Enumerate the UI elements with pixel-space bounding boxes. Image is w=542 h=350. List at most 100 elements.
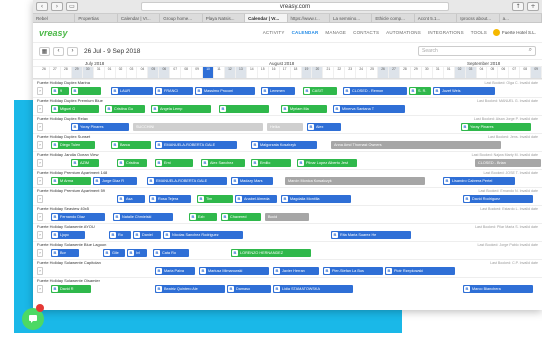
new-tab-icon[interactable]: + bbox=[527, 2, 539, 11]
booking-bar[interactable]: Bccid bbox=[265, 213, 309, 221]
booking-bar[interactable]: Ezb bbox=[189, 213, 217, 221]
booking-bar[interactable]: Miguel G bbox=[51, 105, 99, 113]
booking-bar[interactable]: Ro bbox=[109, 231, 131, 239]
row-expand-icon[interactable]: › bbox=[37, 159, 43, 167]
booking-bar[interactable]: Maria Paiva bbox=[155, 267, 195, 275]
booking-bar[interactable]: Pilnar Lopez Alberto Jest bbox=[297, 159, 357, 167]
booking-bar[interactable]: Tim bbox=[197, 195, 233, 203]
booking-bar[interactable]: Chavered bbox=[221, 213, 261, 221]
browser-tab[interactable]: Iprocss about... bbox=[457, 14, 500, 22]
booking-bar[interactable]: S. R. bbox=[409, 87, 431, 95]
share-icon[interactable]: ↑ bbox=[512, 2, 524, 11]
nav-item-manage[interactable]: MANAGE bbox=[325, 30, 346, 35]
booking-bar[interactable]: Bor bbox=[51, 249, 79, 257]
booking-bar[interactable]: Lidia STAMATOWSKA bbox=[273, 285, 353, 293]
booking-bar[interactable]: Javier Herran bbox=[273, 267, 319, 275]
booking-bar[interactable]: CASIT bbox=[303, 87, 337, 95]
browser-tab[interactable]: La semnino... bbox=[330, 14, 373, 22]
row-expand-icon[interactable]: › bbox=[37, 105, 43, 113]
booking-bar[interactable]: Mariusz Mimarowski bbox=[199, 267, 269, 275]
booking-bar[interactable]: Yoray Pinares bbox=[461, 123, 531, 131]
booking-bar[interactable]: Alex Sanchez bbox=[201, 159, 245, 167]
booking-bar[interactable]: Emilio bbox=[251, 159, 291, 167]
booking-bar[interactable]: CLOSED - Remon bbox=[343, 87, 407, 95]
booking-bar[interactable]: Gile bbox=[103, 249, 125, 257]
row-expand-icon[interactable]: › bbox=[37, 87, 43, 95]
booking-bar[interactable]: Angela Lemp bbox=[151, 105, 211, 113]
row-expand-icon[interactable]: › bbox=[37, 195, 43, 203]
row-expand-icon[interactable]: › bbox=[37, 249, 43, 257]
booking-bar[interactable]: Fernando Diaz bbox=[51, 213, 105, 221]
booking-bar[interactable]: LAUR bbox=[111, 87, 153, 95]
booking-bar[interactable]: Cristina Gu bbox=[105, 105, 145, 113]
user-menu[interactable]: Fuerte Hotel S.L. bbox=[492, 29, 536, 36]
back-icon[interactable]: ‹ bbox=[36, 2, 48, 11]
booking-bar[interactable]: Myriam Ma bbox=[281, 105, 327, 113]
booking-bar[interactable]: AZIM bbox=[71, 159, 99, 167]
booking-bar[interactable]: Anabel Almeda bbox=[235, 195, 277, 203]
booking-bar[interactable]: Helka bbox=[267, 123, 303, 131]
booking-bar[interactable]: Ivl bbox=[127, 249, 147, 257]
booking-bar[interactable]: David Rodriguez bbox=[463, 195, 533, 203]
sidebar-icon[interactable]: ▭ bbox=[66, 2, 78, 11]
booking-bar[interactable]: Pier-Stefan La Bus bbox=[323, 267, 383, 275]
booking-bar[interactable]: Piotr Rzepkowski bbox=[385, 267, 455, 275]
browser-tab[interactable]: Propertias bbox=[75, 14, 118, 22]
row-expand-icon[interactable]: › bbox=[37, 285, 43, 293]
row-expand-icon[interactable]: › bbox=[37, 123, 43, 131]
nav-item-contacts[interactable]: CONTACTS bbox=[353, 30, 379, 35]
browser-tab[interactable]: Accnt 5.1... bbox=[415, 14, 458, 22]
browser-tab[interactable]: Calendar | Vr... bbox=[245, 14, 288, 22]
booking-bar[interactable]: Alex bbox=[307, 123, 341, 131]
booking-bar[interactable]: Anna Amd Thornast Owners bbox=[331, 141, 501, 149]
row-expand-icon[interactable]: › bbox=[37, 141, 43, 149]
booking-bar[interactable]: Massimo Proconi bbox=[195, 87, 255, 95]
booking-bar[interactable]: Madzzy Mars bbox=[231, 177, 273, 185]
next-button[interactable]: › bbox=[67, 46, 78, 56]
booking-bar[interactable]: Lisandro Cabrera Pertel bbox=[443, 177, 515, 185]
booking-bar[interactable]: FRANCI bbox=[155, 87, 193, 95]
booking-bar[interactable]: Daniel bbox=[133, 231, 161, 239]
row-expand-icon[interactable]: › bbox=[37, 213, 43, 221]
browser-tab[interactable]: Ethicle comp... bbox=[372, 14, 415, 22]
forward-icon[interactable]: › bbox=[51, 2, 63, 11]
booking-bar[interactable]: Marcin Monica Kowalczyk bbox=[285, 177, 425, 185]
browser-tab[interactable]: Group home... bbox=[160, 14, 203, 22]
browser-tab[interactable]: https://www.r... bbox=[288, 14, 330, 22]
nav-item-calendar[interactable]: CALENDAR bbox=[292, 30, 319, 35]
booking-bar[interactable]: M Arma bbox=[51, 177, 91, 185]
booking-bar[interactable]: Jozef Weis bbox=[433, 87, 495, 95]
calendar-icon[interactable]: ▦ bbox=[39, 46, 50, 56]
nav-item-integrations[interactable]: INTEGRATIONS bbox=[428, 30, 464, 35]
booking-bar[interactable]: Erni bbox=[155, 159, 193, 167]
booking-bar[interactable]: Natalie Chmielski bbox=[113, 213, 173, 221]
vreasy-logo[interactable]: vreasy bbox=[39, 28, 99, 38]
browser-tab[interactable]: Playa Natsis... bbox=[203, 14, 246, 22]
booking-bar[interactable]: Barca bbox=[111, 141, 151, 149]
booking-bar[interactable]: Ljupc bbox=[51, 231, 85, 239]
booking-bar[interactable]: Nicolas Sanchez Rodriguez bbox=[163, 231, 243, 239]
booking-bar[interactable]: Magdalia Montilla bbox=[281, 195, 351, 203]
booking-bar[interactable]: Damaso bbox=[227, 285, 271, 293]
booking-bar[interactable]: 9 bbox=[51, 87, 69, 95]
booking-bar[interactable]: Asa bbox=[117, 195, 145, 203]
booking-bar[interactable]: Cata Ro bbox=[153, 249, 189, 257]
row-expand-icon[interactable]: › bbox=[37, 231, 43, 239]
booking-bar[interactable]: Rita Maria Suarez He bbox=[331, 231, 411, 239]
booking-bar[interactable]: CLOSED - Brian bbox=[475, 159, 541, 167]
url-bar[interactable]: vreasy.com bbox=[141, 2, 449, 11]
booking-bar[interactable]: Rosa Tejera bbox=[149, 195, 191, 203]
booking-bar[interactable]: LORENZO HERNANDEZ bbox=[231, 249, 311, 257]
booking-bar[interactable]: Yoray Pinares bbox=[71, 123, 129, 131]
browser-tab[interactable]: a... bbox=[500, 14, 542, 22]
browser-tab[interactable]: Rebel bbox=[33, 14, 76, 22]
booking-bar[interactable]: Beatriz Quintero Ale bbox=[155, 285, 225, 293]
nav-item-activity[interactable]: ACTIVITY bbox=[263, 30, 285, 35]
booking-bar[interactable]: EMANUELA-ROBERTA GALE bbox=[155, 141, 237, 149]
nav-item-tools[interactable]: TOOLS bbox=[471, 30, 487, 35]
booking-bar[interactable] bbox=[71, 87, 101, 95]
booking-bar[interactable]: Malgorzata Koszlrzyk bbox=[251, 141, 317, 149]
booking-bar[interactable] bbox=[219, 105, 269, 113]
booking-bar[interactable]: Diego Tulen bbox=[51, 141, 95, 149]
booking-bar[interactable]: Cristina bbox=[117, 159, 147, 167]
